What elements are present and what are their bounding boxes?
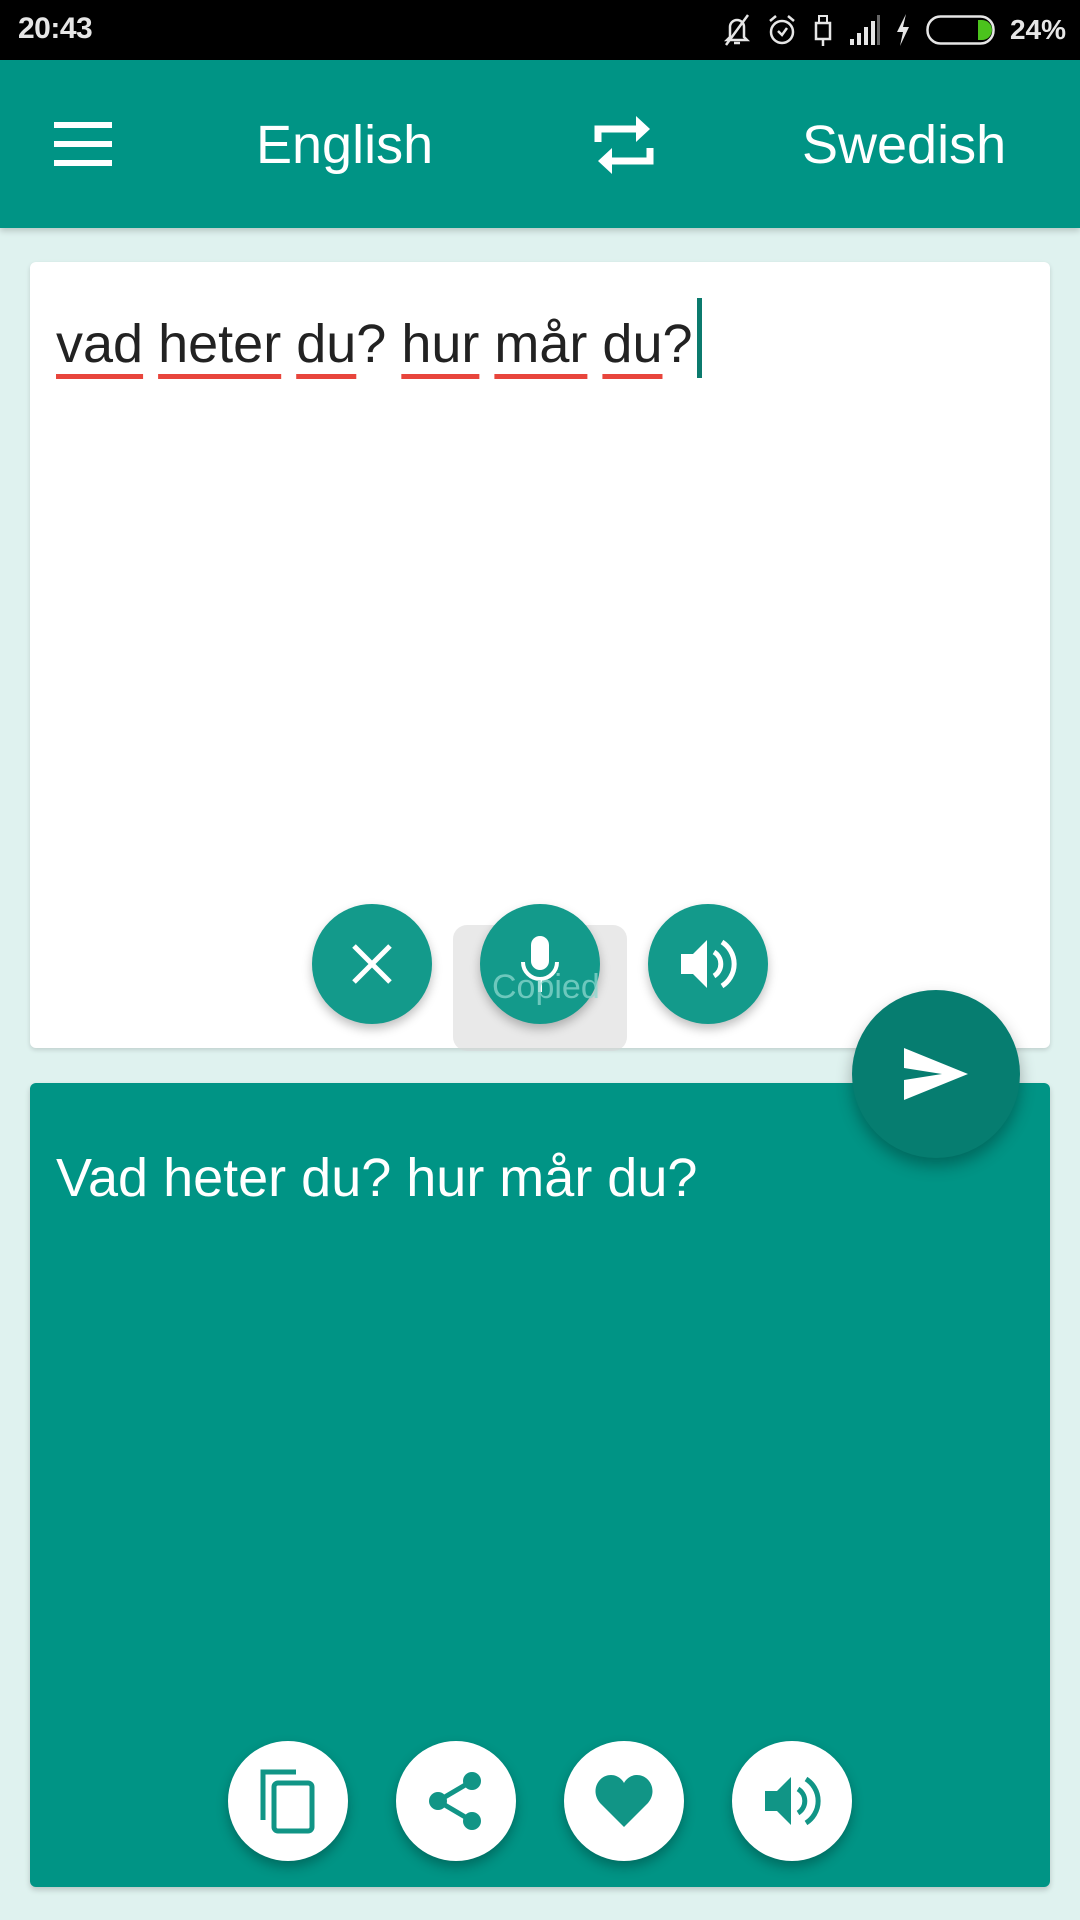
swap-languages-icon [594, 116, 654, 174]
source-text-input[interactable]: vad heter du? hur mår du? [56, 298, 702, 378]
signal-icon [849, 15, 880, 45]
misspelled-word[interactable]: mår [494, 314, 587, 374]
output-card: Vad heter du? hur mår du? [30, 1083, 1050, 1887]
battery-icon [926, 15, 995, 45]
alarm-icon [769, 15, 795, 45]
copy-button[interactable] [228, 1741, 348, 1861]
close-icon [352, 944, 392, 984]
notifications-off-icon [723, 14, 750, 46]
swap-languages-button[interactable] [592, 112, 656, 178]
text-caret [696, 298, 702, 378]
copied-toast-text: Copied [492, 968, 600, 1006]
status-icons: 24% [722, 10, 1066, 50]
misspelled-word[interactable]: vad [56, 314, 143, 374]
source-language-selector[interactable]: English [256, 114, 433, 176]
misspelled-word[interactable]: hur [401, 314, 479, 374]
favorite-button[interactable] [564, 1741, 684, 1861]
volume-icon [681, 939, 737, 989]
app-bar: English Swedish [0, 60, 1080, 228]
battery-percent: 24% [1009, 14, 1066, 45]
copy-icon [260, 1769, 315, 1834]
clear-button[interactable] [312, 904, 432, 1024]
translate-send-button[interactable] [852, 990, 1020, 1158]
misspelled-word[interactable]: heter [158, 314, 281, 374]
menu-button[interactable] [54, 122, 112, 166]
volume-icon [765, 1776, 821, 1826]
speak-output-button[interactable] [732, 1741, 852, 1861]
translated-text: Vad heter du? hur mår du? [56, 1148, 698, 1208]
speak-input-button[interactable] [648, 904, 768, 1024]
misspelled-word[interactable]: du [296, 314, 356, 374]
share-icon [429, 1772, 481, 1830]
usb-icon [814, 15, 832, 46]
heart-icon [595, 1775, 653, 1827]
status-time: 20:43 [18, 12, 93, 45]
target-language-selector[interactable]: Swedish [802, 114, 1006, 176]
charging-icon [896, 14, 909, 46]
misspelled-word[interactable]: du [602, 314, 662, 374]
send-icon [904, 1048, 968, 1100]
share-button[interactable] [396, 1741, 516, 1861]
status-bar: 20:43 24% [0, 0, 1080, 60]
